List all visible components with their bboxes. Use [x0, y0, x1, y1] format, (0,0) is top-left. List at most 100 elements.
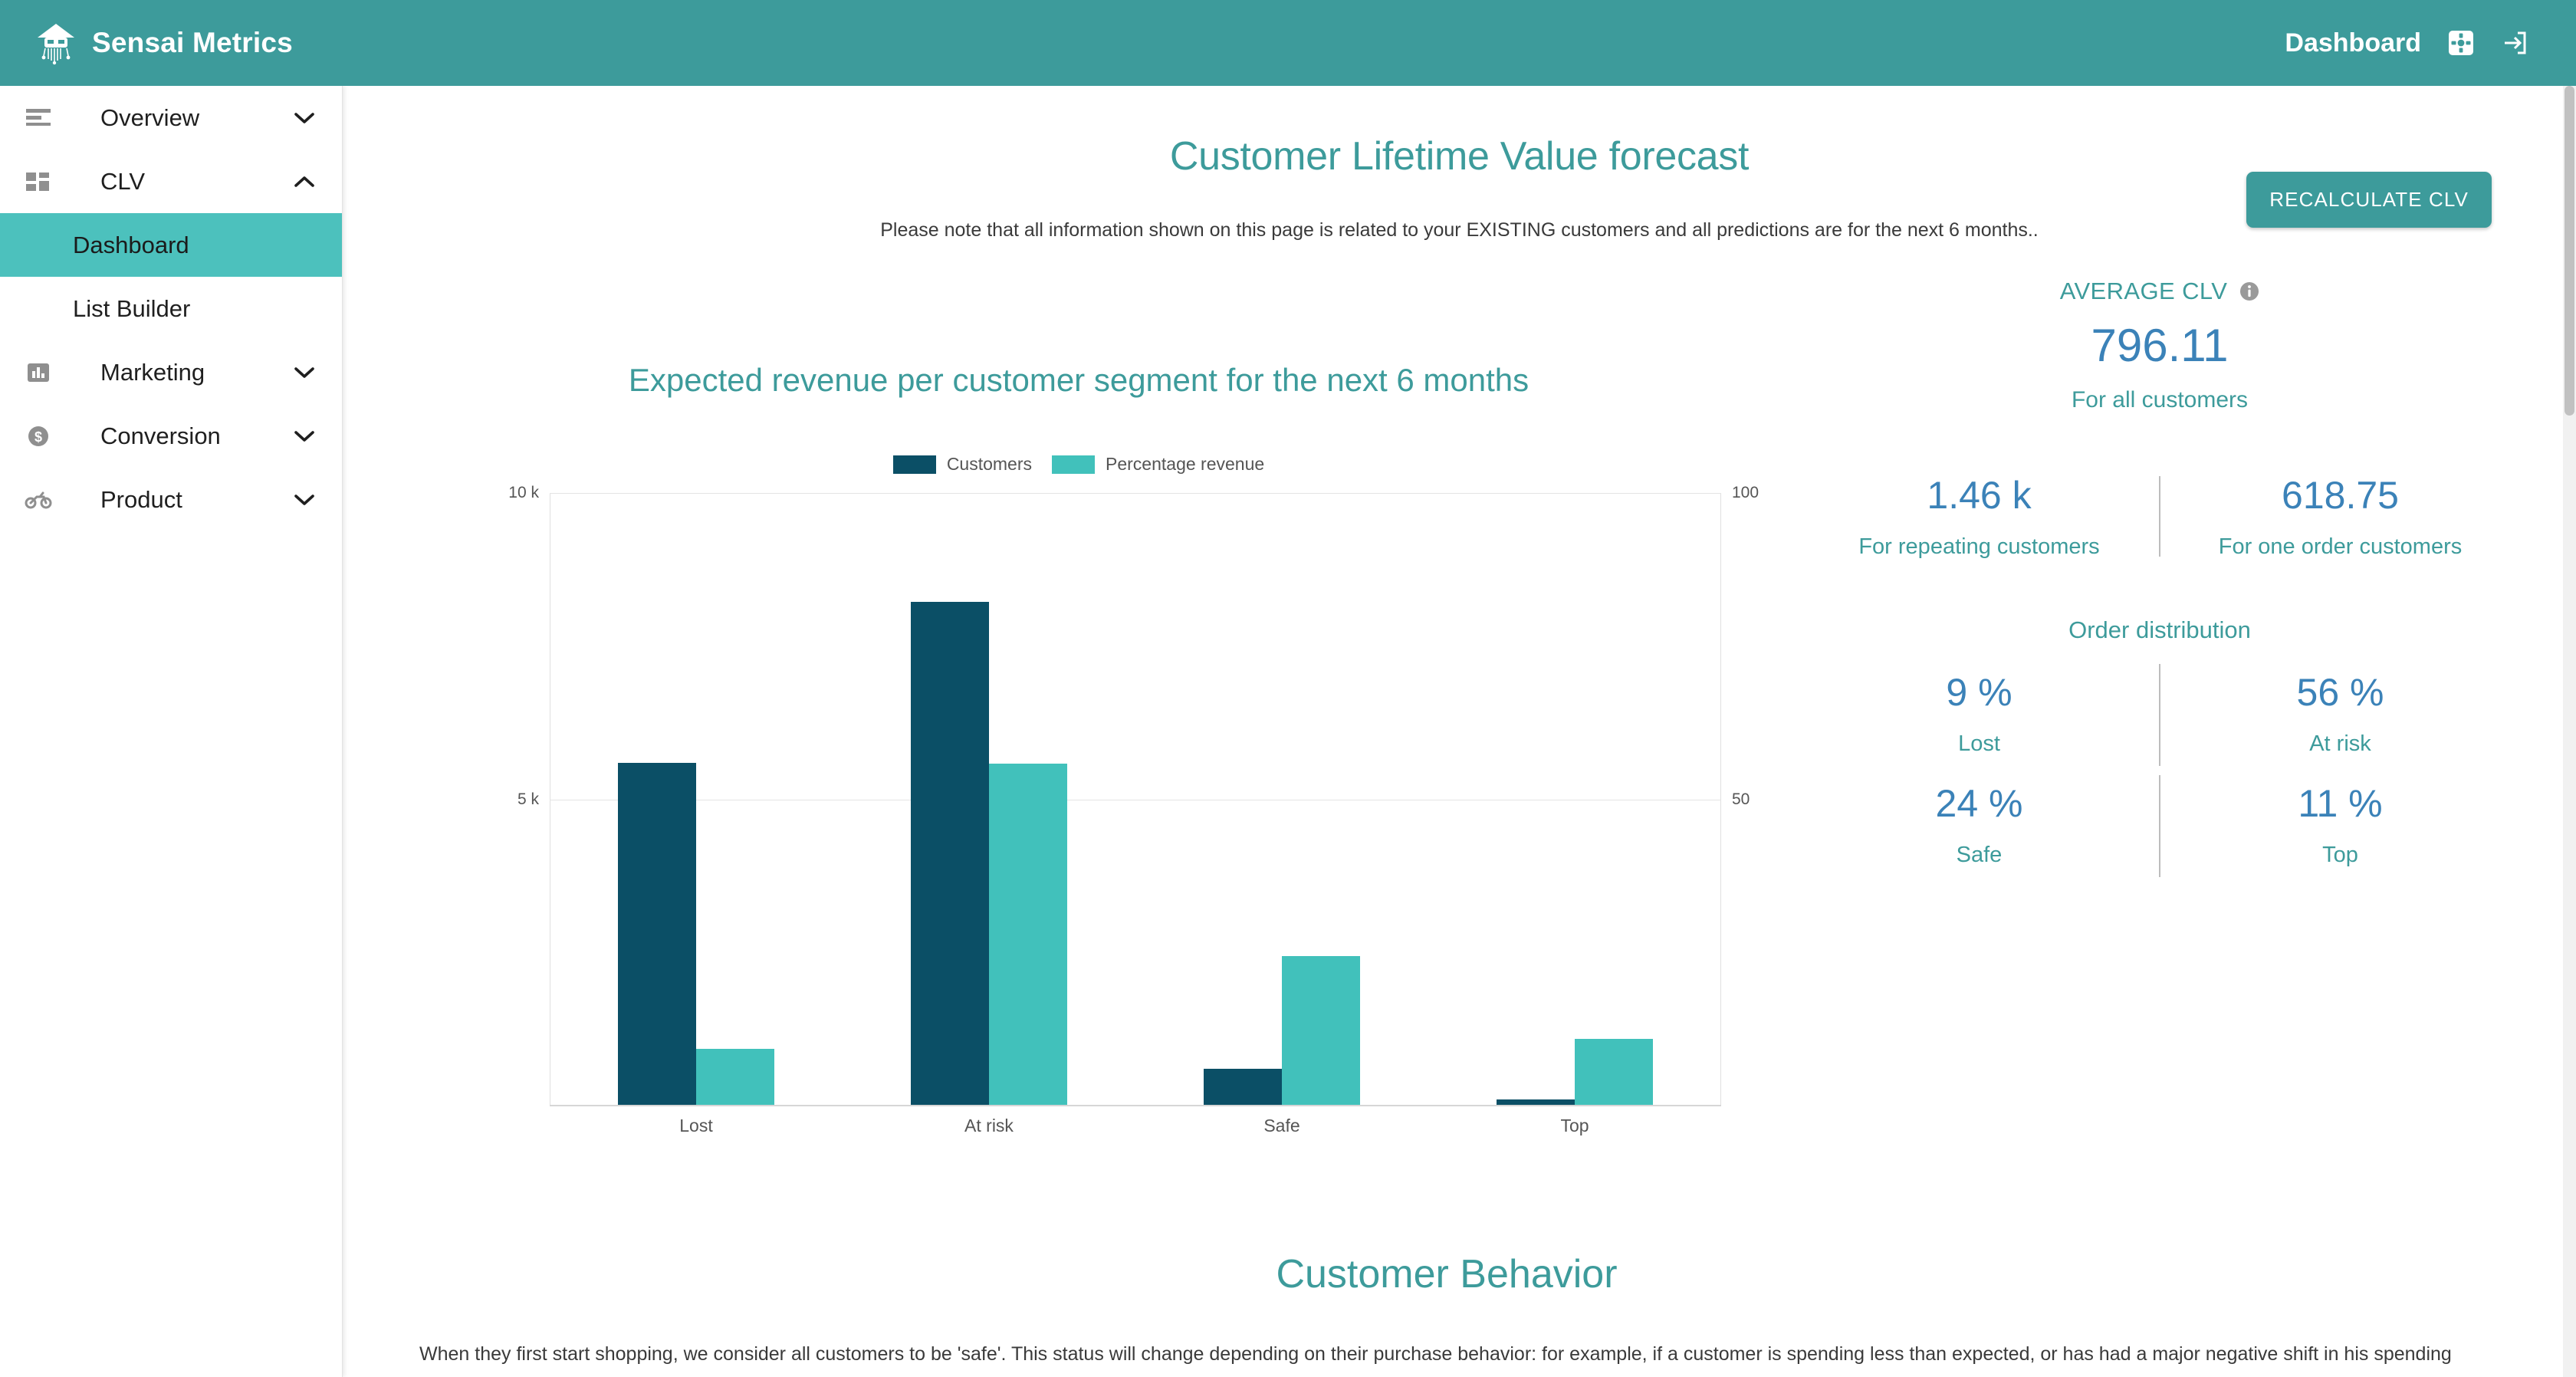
sidebar-subitem-label: List Builder [73, 294, 191, 322]
stat-label: For repeating customers [1858, 534, 2100, 559]
distribution-value: 9 % [1946, 671, 2013, 714]
average-clv-value: 796.11 [2091, 320, 2229, 371]
bar-revenue-top[interactable] [1575, 1038, 1653, 1105]
y-tick-left-5k: 5 k [517, 790, 539, 808]
distribution-label: Top [2322, 843, 2358, 867]
logout-icon[interactable] [2501, 29, 2528, 57]
stat-repeating-customers: 1.46 k For repeating customers [1799, 473, 2159, 560]
customer-behavior-text: When they first start shopping, we consi… [419, 1343, 2452, 1365]
legend-label: Percentage revenue [1106, 454, 1265, 474]
dollar-circle-icon: $ [17, 421, 60, 452]
legend-label: Customers [946, 454, 1033, 474]
sidebar-item-label: CLV [100, 167, 146, 195]
average-clv-header: AVERAGE CLV [1799, 278, 2520, 305]
sidebar-item-overview[interactable]: Overview [0, 86, 342, 150]
page-scrollbar-thumb[interactable] [2564, 86, 2574, 416]
bar-customers-safe[interactable] [1204, 1068, 1282, 1105]
bar-customers-at-risk[interactable] [911, 602, 989, 1105]
recalculate-clv-button[interactable]: RECALCULATE CLV [2246, 172, 2492, 228]
chart-group-top [1428, 493, 1721, 1105]
sidebar-item-conversion[interactable]: $ Conversion [0, 404, 342, 468]
sidebar-item-dashboard[interactable]: Dashboard [0, 213, 342, 277]
brand[interactable]: Sensai Metrics [34, 21, 293, 65]
motorcycle-icon [17, 485, 60, 515]
chevron-up-icon[interactable] [293, 175, 316, 189]
top-bar-actions: Dashboard [2285, 28, 2528, 58]
chevron-down-icon[interactable] [293, 493, 316, 507]
chart-x-labels: Lost At risk Safe Top [550, 1116, 1721, 1136]
chart-plot: 10 k 5 k 100 50 [508, 484, 1759, 1106]
bar-customers-top[interactable] [1497, 1099, 1575, 1105]
gear-icon[interactable] [2447, 29, 2475, 57]
dashboard-tiles-icon [17, 166, 60, 197]
main-content: Customer Lifetime Value forecast Please … [343, 86, 2576, 1377]
distribution-label: Lost [1958, 731, 2000, 756]
bar-revenue-safe[interactable] [1282, 956, 1360, 1105]
chart-x-axis [550, 1105, 1721, 1106]
top-bar: Sensai Metrics Dashboard [0, 0, 2576, 86]
y-tick-right-100: 100 [1732, 484, 1760, 501]
average-clv-label: AVERAGE CLV [2059, 278, 2228, 304]
svg-text:$: $ [34, 429, 42, 445]
page-scrollbar[interactable] [2563, 86, 2576, 1377]
page-note: Please note that all information shown o… [880, 219, 2039, 241]
distribution-row: 9 % Lost 56 % At risk [1799, 659, 2520, 771]
legend-swatch [1052, 455, 1096, 474]
chart-group-safe [1135, 493, 1428, 1105]
sidebar-item-label: Overview [100, 104, 200, 131]
chart-plot-area: 10 k 5 k 100 50 Lost At risk Safe Top [343, 484, 1784, 1137]
sidebar-item-product[interactable]: Product [0, 468, 342, 531]
sidebar-item-marketing[interactable]: Marketing [0, 340, 342, 404]
sidebar-item-list-builder[interactable]: List Builder [0, 277, 342, 340]
legend-swatch [892, 455, 936, 474]
bar-revenue-lost[interactable] [696, 1048, 774, 1105]
page-title: Customer Lifetime Value forecast [1169, 134, 1750, 179]
legend-item-percentage-revenue[interactable]: Percentage revenue [1052, 454, 1264, 475]
distribution-cell-lost: 9 % Lost [1799, 659, 2159, 771]
x-label-lost: Lost [679, 1116, 713, 1135]
bar-revenue-at-risk[interactable] [989, 763, 1067, 1105]
chevron-down-icon[interactable] [293, 366, 316, 380]
chart-group-at-risk [843, 493, 1135, 1105]
distribution-label: At risk [2309, 731, 2371, 756]
y-tick-left-10k: 10 k [508, 484, 539, 501]
bar-customers-lost[interactable] [618, 762, 696, 1105]
top-bar-title: Dashboard [2285, 28, 2421, 58]
clv-secondary-stats: 1.46 k For repeating customers 618.75 Fo… [1799, 473, 2520, 560]
stat-one-order-customers: 618.75 For one order customers [2160, 473, 2520, 560]
chevron-down-icon[interactable] [293, 111, 316, 125]
chart-group-lost [550, 493, 843, 1105]
distribution-value: 56 % [2296, 671, 2384, 714]
average-clv-subtitle: For all customers [2071, 387, 2249, 412]
sensei-hat-logo-icon [34, 21, 78, 65]
chart-title: Expected revenue per customer segment fo… [628, 362, 1530, 398]
distribution-label: Safe [1956, 843, 2003, 867]
x-label-safe: Safe [1263, 1116, 1300, 1135]
x-label-top: Top [1560, 1116, 1589, 1135]
stat-value: 618.75 [2282, 474, 2399, 517]
x-label-at-risk: At risk [964, 1116, 1014, 1135]
stat-label: For one order customers [2218, 534, 2463, 559]
distribution-row: 24 % Safe 11 % Top [1799, 771, 2520, 882]
legend-item-customers[interactable]: Customers [892, 454, 1033, 475]
chart-bar-groups [550, 493, 1721, 1105]
sidebar: Overview CLV Dashboard List Builder Mark… [0, 86, 343, 1377]
distribution-cell-at-risk: 56 % At risk [2160, 659, 2520, 771]
chart-legend: Customers Percentage revenue [373, 454, 1784, 475]
customer-behavior-title: Customer Behavior [1276, 1252, 1618, 1296]
distribution-cell-safe: 24 % Safe [1799, 771, 2159, 882]
order-distribution-grid: 9 % Lost 56 % At risk 24 % Safe 11 % Top [1799, 659, 2520, 882]
clv-stats-panel: AVERAGE CLV 796.11 For all customers 1.4… [1799, 278, 2520, 882]
list-view-icon [17, 103, 60, 133]
distribution-value: 11 % [2298, 782, 2383, 825]
sidebar-item-label: Conversion [100, 422, 221, 449]
stat-value: 1.46 k [1927, 474, 2032, 517]
info-icon[interactable] [2239, 281, 2259, 301]
bar-chart-icon [17, 357, 60, 388]
distribution-value: 24 % [1935, 782, 2023, 825]
brand-name: Sensai Metrics [92, 27, 293, 58]
chevron-down-icon[interactable] [293, 429, 316, 443]
sidebar-subitem-label: Dashboard [73, 231, 189, 258]
sidebar-item-label: Product [100, 485, 182, 513]
sidebar-item-clv[interactable]: CLV [0, 150, 342, 213]
